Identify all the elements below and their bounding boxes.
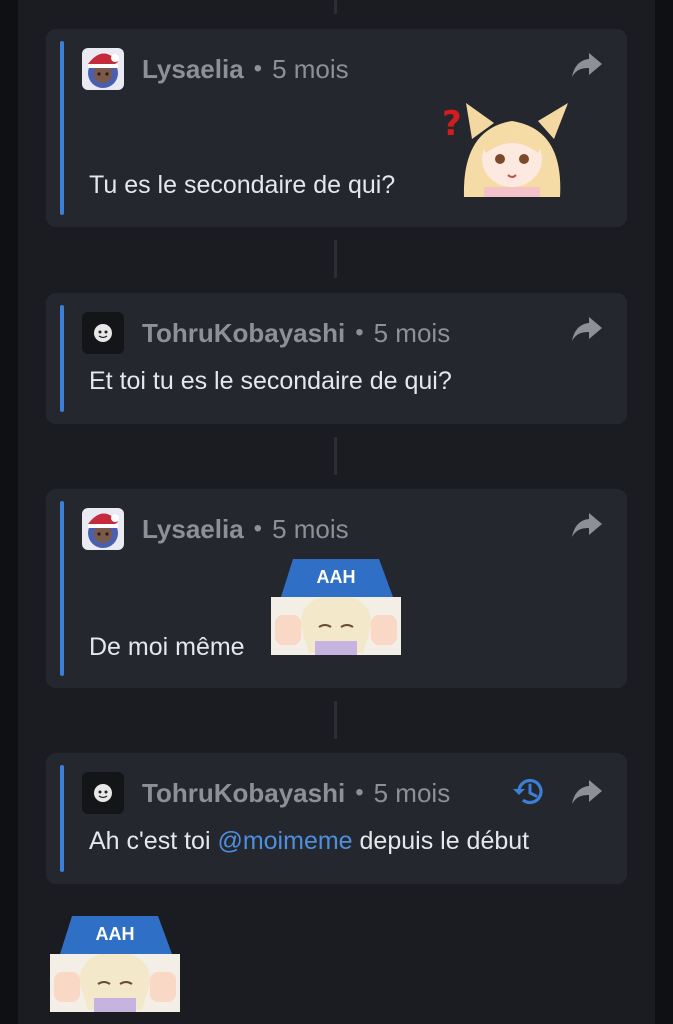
- question-mark-glyph: ?: [442, 104, 462, 144]
- aah-hat-sticker: AAH: [50, 914, 180, 1014]
- separator-dot: •: [355, 779, 364, 806]
- avatar[interactable]: [82, 772, 124, 814]
- user-mention-link[interactable]: @moimeme: [217, 827, 352, 855]
- comment-time[interactable]: 5 mois: [374, 778, 451, 809]
- share-icon[interactable]: [571, 778, 603, 811]
- reply-indicator-bar: [60, 41, 64, 215]
- comment-text: De moi même: [89, 633, 245, 661]
- comment-author[interactable]: Lysaelia: [142, 514, 244, 545]
- comment-text: Ah c'est toi @moimeme depuis le début: [89, 827, 529, 856]
- comment-author[interactable]: TohruKobayashi: [142, 778, 345, 809]
- comment-card: TohruKobayashi • 5 mois Et toi tu es le …: [46, 293, 627, 424]
- comment-author[interactable]: Lysaelia: [142, 54, 244, 85]
- thread-connector: [334, 437, 337, 475]
- sticker-caption: AAH: [96, 924, 135, 944]
- share-icon[interactable]: [571, 315, 603, 348]
- share-icon[interactable]: [571, 51, 603, 84]
- share-icon[interactable]: [571, 511, 603, 544]
- avatar[interactable]: [82, 312, 124, 354]
- reply-indicator-bar: [60, 501, 64, 676]
- thread-connector: [334, 0, 337, 14]
- aah-hat-sticker: AAH: [271, 557, 401, 657]
- sticker-caption: AAH: [317, 567, 356, 587]
- fox-girl-question-sticker: ?: [442, 99, 572, 197]
- comment-card: TohruKobayashi • 5 mois Ah c'est toi @mo…: [46, 753, 627, 884]
- comment-text-part: depuis le début: [359, 827, 530, 855]
- comment-text: Et toi tu es le secondaire de qui?: [89, 367, 452, 395]
- separator-dot: •: [355, 319, 364, 346]
- comment-text: Tu es le secondaire de qui?: [89, 171, 396, 199]
- separator-dot: •: [253, 55, 263, 82]
- reply-indicator-bar: [60, 305, 64, 412]
- thread-connector: [334, 240, 337, 278]
- avatar[interactable]: [82, 508, 124, 550]
- thread-connector: [334, 701, 337, 739]
- comment-time[interactable]: 5 mois: [374, 318, 451, 349]
- separator-dot: •: [253, 515, 263, 542]
- reply-indicator-bar: [60, 765, 64, 872]
- comment-time[interactable]: 5 mois: [272, 514, 349, 545]
- comment-card: Lysaelia • 5 mois Tu es le secondaire de…: [46, 29, 627, 227]
- comment-time[interactable]: 5 mois: [272, 54, 349, 85]
- history-icon[interactable]: [511, 775, 547, 814]
- comment-text-part: Ah c'est toi: [89, 827, 211, 855]
- avatar[interactable]: [82, 48, 124, 90]
- comment-author[interactable]: TohruKobayashi: [142, 318, 345, 349]
- comment-card: Lysaelia • 5 mois De moi même AAH: [46, 489, 627, 688]
